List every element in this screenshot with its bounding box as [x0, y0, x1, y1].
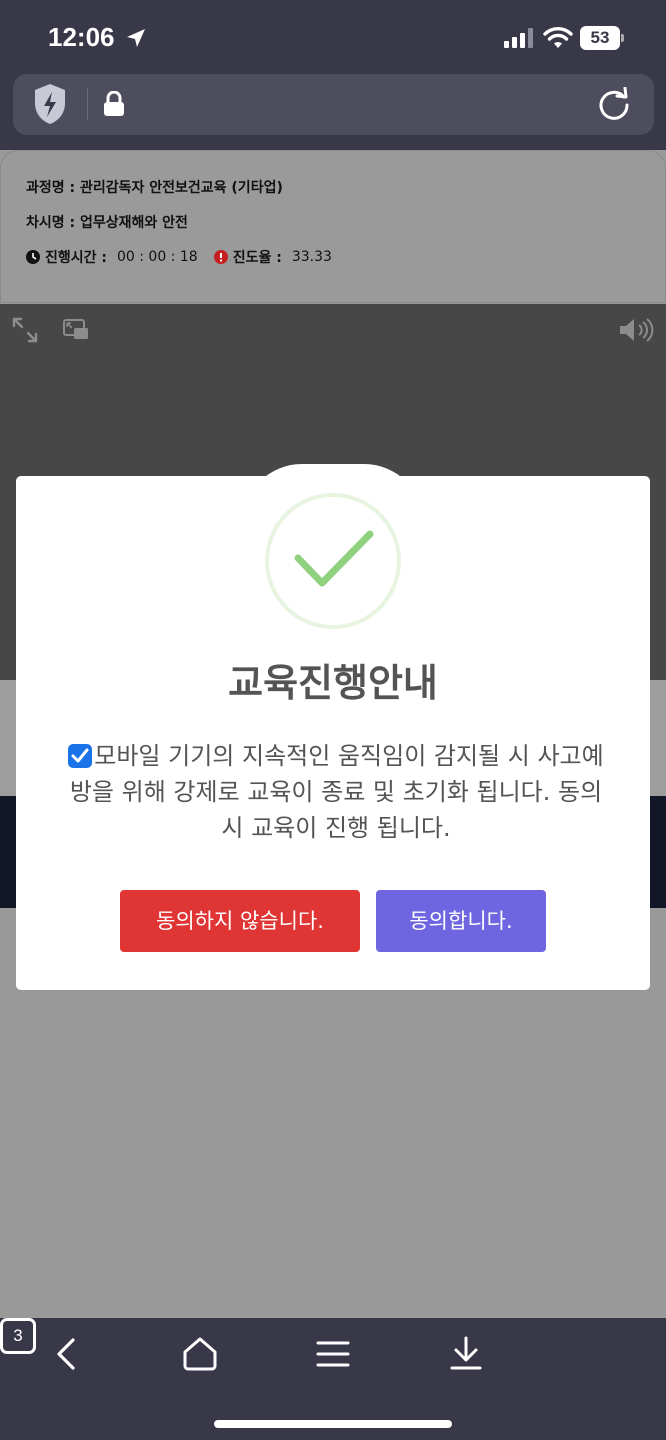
- course-name: 과정명 : 관리감독자 안전보건교육 (기타업): [26, 180, 283, 196]
- back-icon[interactable]: [47, 1334, 87, 1374]
- wifi-icon: [543, 27, 573, 48]
- home-indicator: [214, 1420, 452, 1428]
- picture-in-picture-icon[interactable]: [62, 318, 90, 342]
- course-info-card: 과정명 : 관리감독자 안전보건교육 (기타업) 차시명 : 업무상재해와 안전…: [0, 150, 666, 303]
- modal-message-text: 모바일 기기의 지속적인 움직임이 감지될 시 사고예방을 위해 강제로 교육이…: [69, 742, 604, 842]
- checkmark-icon: [265, 493, 401, 629]
- consent-modal: 교육진행안내 모바일 기기의 지속적인 움직임이 감지될 시 사고예방을 위해 …: [16, 476, 650, 990]
- shield-icon[interactable]: [33, 83, 67, 125]
- agree-button[interactable]: 동의합니다.: [376, 890, 546, 952]
- volume-icon[interactable]: [618, 316, 656, 344]
- browser-toolbar: [0, 74, 666, 150]
- alert-icon: [213, 250, 228, 264]
- bottom-toolbar: 3: [0, 1318, 666, 1440]
- elapsed-time-value: 00 : 00 : 18: [117, 249, 198, 265]
- url-bar[interactable]: [13, 74, 654, 135]
- status-time: 12:06: [48, 22, 115, 52]
- home-icon[interactable]: [180, 1334, 220, 1374]
- progress-rate-label: 진도율 :: [232, 250, 282, 266]
- decline-button[interactable]: 동의하지 않습니다.: [120, 890, 360, 952]
- modal-title: 교육진행안내: [228, 661, 438, 705]
- agree-checkbox[interactable]: [68, 744, 93, 768]
- menu-icon[interactable]: [313, 1334, 353, 1374]
- url-divider: [87, 88, 88, 120]
- status-bar: 12:06 53: [0, 0, 666, 74]
- download-icon[interactable]: [446, 1334, 486, 1374]
- reload-icon[interactable]: [597, 87, 631, 121]
- location-arrow-icon: [127, 29, 145, 47]
- battery-level: 53: [580, 26, 620, 50]
- lock-icon: [104, 91, 124, 116]
- signal-icon: [504, 28, 533, 48]
- clock-icon: [26, 250, 40, 264]
- battery-tip: [621, 34, 624, 42]
- progress-row: 진행시간 : 00 : 00 : 18 진도율 : 33.33: [26, 247, 332, 267]
- lesson-name: 차시명 : 업무상재해와 안전: [26, 215, 188, 231]
- modal-message: 모바일 기기의 지속적인 움직임이 감지될 시 사고예방을 위해 강제로 교육이…: [66, 738, 606, 846]
- tabs-icon[interactable]: 3: [0, 1318, 36, 1354]
- expand-icon[interactable]: [11, 316, 39, 344]
- progress-rate-value: 33.33: [291, 249, 332, 265]
- elapsed-time-label: 진행시간 :: [45, 250, 107, 266]
- battery-icon: 53: [580, 26, 624, 50]
